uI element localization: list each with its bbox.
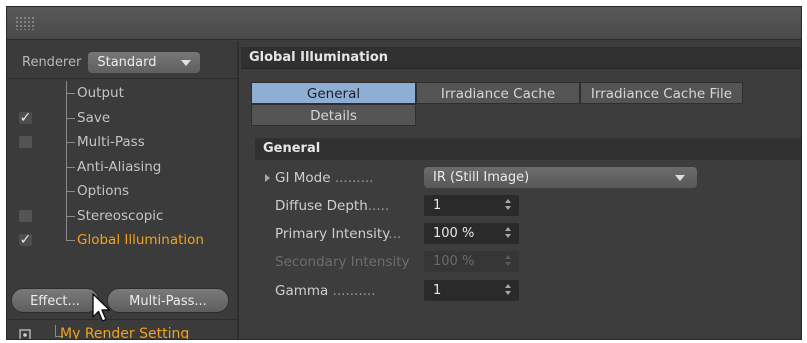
tree-item-label: Anti-Aliasing [77,158,162,175]
effect-button[interactable]: Effect... [11,288,99,313]
checkbox-checked-icon[interactable]: ✓ [19,233,32,247]
mouse-cursor-icon [92,293,111,322]
tree-item-global-illumination[interactable]: ✓ Global Illumination [7,228,239,253]
tree-branch [66,117,75,119]
spinner-icon[interactable] [505,198,511,212]
tree-line [55,325,56,336]
renderer-label: Renderer [22,54,82,70]
diffuse-depth-row: Diffuse Depth..... 1 [255,195,795,217]
section-general-header: General [255,138,801,160]
renderer-value: Standard [97,54,157,70]
tree-branch [66,240,75,241]
tree-branch [66,191,75,192]
render-setting-item[interactable]: My Render Setting [7,323,239,340]
tree-branch [66,93,75,94]
secondary-intensity-row: Secondary Intensity 100 % [255,251,795,273]
gamma-input[interactable]: 1 [424,280,519,301]
render-settings-window: Renderer Standard Output ✓ Save Multi-Pa… [6,6,802,340]
expand-arrow-icon[interactable] [265,174,270,182]
gamma-label: Gamma .......... [275,283,376,299]
tree-item-label: Multi-Pass [77,134,145,150]
multi-pass-button[interactable]: Multi-Pass... [107,288,229,313]
render-setting-name: My Render Setting [60,326,190,340]
divider [7,319,239,320]
renderer-dropdown[interactable]: Standard [88,51,201,73]
checkbox-checked-icon[interactable]: ✓ [19,111,32,125]
drag-grip-icon[interactable] [15,16,34,30]
tree-item-multi-pass[interactable]: Multi-Pass [7,130,239,155]
title-bar[interactable] [7,7,801,40]
tree-item-options[interactable]: Options [7,179,239,204]
panel-title: Global Illumination [241,47,801,69]
diffuse-depth-input[interactable]: 1 [424,195,519,216]
spinner-icon[interactable] [505,283,511,297]
secondary-intensity-input: 100 % [424,251,519,272]
gamma-row: Gamma .......... 1 [255,280,795,302]
gi-mode-label: GI Mode ......... [275,170,374,186]
chevron-down-icon [675,175,685,181]
chevron-down-icon [181,59,192,66]
primary-intensity-row: Primary Intensity... 100 % [255,223,795,245]
tab-general[interactable]: General [251,82,416,104]
settings-tree: Output ✓ Save Multi-Pass Anti-Aliasing O… [7,81,239,253]
tree-branch [66,215,75,217]
gi-mode-row: GI Mode ......... IR (Still Image) [255,167,795,189]
tree-branch [66,166,75,168]
spinner-icon[interactable] [505,226,511,240]
checkbox-unchecked-icon[interactable] [19,209,32,222]
tab-irradiance-cache[interactable]: Irradiance Cache [416,82,580,104]
tree-item-label: Stereoscopic [77,207,164,224]
tree-item-label: Save [77,109,111,126]
divider [7,78,239,79]
tab-irradiance-cache-file[interactable]: Irradiance Cache File [580,82,743,104]
tree-item-save[interactable]: ✓ Save [7,105,239,130]
tree-item-label: Options [77,183,130,199]
tree-item-label: Output [77,85,124,101]
tree-item-label: Global Illumination [77,232,204,248]
tree-branch [66,142,75,143]
tree-item-anti-aliasing[interactable]: Anti-Aliasing [7,154,239,179]
checkbox-unchecked-icon[interactable] [19,136,32,148]
diffuse-depth-label: Diffuse Depth..... [275,198,390,214]
tab-details[interactable]: Details [251,104,416,126]
renderer-row: Renderer Standard [22,51,201,73]
spinner-icon [505,254,511,268]
gi-mode-value: IR (Still Image) [433,170,530,185]
secondary-intensity-label: Secondary Intensity [275,254,410,270]
gi-mode-dropdown[interactable]: IR (Still Image) [424,167,697,188]
global-illumination-panel: Global Illumination General Irradiance C… [241,41,801,339]
settings-tree-panel: Renderer Standard Output ✓ Save Multi-Pa… [7,41,239,340]
primary-intensity-label: Primary Intensity... [275,226,402,242]
tree-item-stereoscopic[interactable]: Stereoscopic [7,203,239,228]
primary-intensity-input[interactable]: 100 % [424,223,519,244]
tree-item-output[interactable]: Output [7,81,239,106]
render-setting-icon [19,329,31,339]
